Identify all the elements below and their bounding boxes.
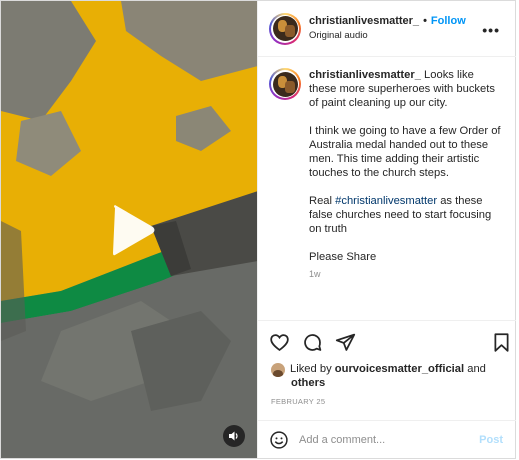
post-modal: christianlivesmatter_ • Follow Original au… xyxy=(0,0,516,459)
comment-bar: Post xyxy=(258,420,516,458)
caption-username[interactable]: christianlivesmatter_ xyxy=(309,69,421,81)
likes-summary: Liked by ourvoicesmatter_official and xyxy=(271,362,507,377)
username-link[interactable]: christianlivesmatter_ xyxy=(309,15,419,27)
more-options-button[interactable]: ••• xyxy=(482,22,500,38)
caption-avatar[interactable] xyxy=(269,68,301,100)
post-date[interactable]: FEBRUARY 25 xyxy=(271,397,325,406)
comment-icon[interactable] xyxy=(302,332,323,353)
liker-username[interactable]: ourvoicesmatter_official xyxy=(335,363,464,375)
post-comment-button[interactable]: Post xyxy=(479,434,503,446)
time-ago[interactable]: 1w xyxy=(309,267,501,281)
caption-paragraph-3-start: Real xyxy=(309,195,336,207)
post-header: christianlivesmatter_ • Follow Original au… xyxy=(258,1,516,57)
hashtag-link[interactable]: #christianlivesmatter xyxy=(335,195,437,207)
comment-input[interactable] xyxy=(299,433,469,446)
smiley-icon[interactable] xyxy=(269,430,289,450)
audio-label[interactable]: Original audio xyxy=(309,29,466,43)
speaker-icon xyxy=(229,431,238,441)
liker-avatar[interactable] xyxy=(271,363,285,377)
likes-others-link[interactable]: others xyxy=(291,377,325,389)
video-player[interactable] xyxy=(1,1,257,458)
caption-paragraph-2: I think we going to have a few Order of … xyxy=(309,125,501,179)
separator-dot: • xyxy=(423,15,427,27)
play-icon[interactable] xyxy=(107,204,157,256)
audio-toggle-button[interactable] xyxy=(223,425,245,447)
likes-middle: and xyxy=(464,363,486,375)
heart-icon[interactable] xyxy=(269,332,290,353)
caption: christianlivesmatter_ Looks like these m… xyxy=(269,68,507,281)
divider xyxy=(258,320,516,321)
send-icon[interactable] xyxy=(335,332,356,353)
follow-button[interactable]: Follow xyxy=(431,15,466,27)
action-bar xyxy=(269,332,356,353)
post-details-panel: christianlivesmatter_ • Follow Original au… xyxy=(257,1,516,458)
caption-paragraph-4: Please Share xyxy=(309,251,377,263)
avatar[interactable] xyxy=(269,12,301,45)
bookmark-icon[interactable] xyxy=(491,332,512,353)
likes-prefix: Liked by xyxy=(290,363,335,375)
caption-text: christianlivesmatter_ Looks like these m… xyxy=(309,68,501,281)
